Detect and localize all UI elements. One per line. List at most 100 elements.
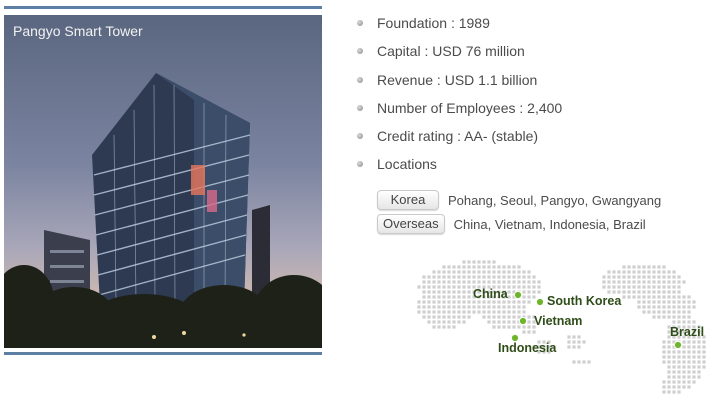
map-dot (417, 285, 421, 289)
fact-capital: Capital : USD 76 million (356, 40, 562, 68)
map-dot (627, 285, 631, 289)
map-label-china: China (473, 287, 508, 301)
map-dot (647, 300, 651, 304)
map-dot (467, 260, 471, 264)
location-tag-korea[interactable]: Korea (377, 190, 439, 210)
map-dot (497, 305, 501, 309)
map-dot (487, 260, 491, 264)
map-dot (577, 335, 581, 339)
map-dot (662, 355, 666, 359)
map-dot (687, 320, 691, 324)
map-dot (502, 325, 506, 329)
map-dot (682, 315, 686, 319)
map-dot (512, 300, 516, 304)
map-dot (527, 285, 531, 289)
map-dot (517, 285, 521, 289)
map-label-indonesia: Indonesia (498, 341, 557, 355)
map-dot (582, 360, 586, 364)
map-dot (502, 320, 506, 324)
map-dot (637, 270, 641, 274)
map-dot (422, 285, 426, 289)
map-dot (677, 355, 681, 359)
map-dot (417, 310, 421, 314)
map-dot (667, 295, 671, 299)
map-dot (657, 290, 661, 294)
map-dot (672, 280, 676, 284)
map-dot (662, 315, 666, 319)
map-dot (472, 265, 476, 269)
map-dot (502, 270, 506, 274)
map-dot (432, 285, 436, 289)
map-dot (622, 290, 626, 294)
map-dot (527, 330, 531, 334)
map-dot (672, 270, 676, 274)
map-dot (442, 325, 446, 329)
map-dot (667, 370, 671, 374)
map-dot (467, 265, 471, 269)
building-illustration (4, 73, 322, 348)
map-dot (457, 300, 461, 304)
map-dot (442, 270, 446, 274)
location-tag-overseas[interactable]: Overseas (377, 214, 445, 234)
map-dot (652, 310, 656, 314)
map-dot (432, 295, 436, 299)
map-dot (427, 280, 431, 284)
map-dot (657, 300, 661, 304)
map-dot (642, 265, 646, 269)
map-dot (502, 305, 506, 309)
map-dot (447, 315, 451, 319)
map-dot (422, 300, 426, 304)
map-dot (517, 300, 521, 304)
map-dot (667, 310, 671, 314)
map-dot (452, 300, 456, 304)
map-dot (512, 275, 516, 279)
map-dot (427, 315, 431, 319)
map-dot (647, 280, 651, 284)
map-dot (447, 265, 451, 269)
map-dot (682, 380, 686, 384)
map-dot (672, 315, 676, 319)
map-dot (517, 310, 521, 314)
map-dot (442, 295, 446, 299)
map-dot (462, 285, 466, 289)
map-dot (437, 320, 441, 324)
map-dot (497, 315, 501, 319)
map-dot (662, 295, 666, 299)
photo-frame: Pangyo Smart Tower (4, 6, 322, 356)
map-dot (607, 285, 611, 289)
map-dot (677, 285, 681, 289)
map-dot (512, 325, 516, 329)
map-dot (687, 315, 691, 319)
map-dot (672, 310, 676, 314)
map-dot (512, 320, 516, 324)
map-dot (682, 355, 686, 359)
map-dot (452, 290, 456, 294)
map-dot (577, 360, 581, 364)
map-dot (442, 275, 446, 279)
map-dot (467, 285, 471, 289)
map-dot (462, 315, 466, 319)
map-dot (637, 280, 641, 284)
map-dot (477, 305, 481, 309)
map-dot (642, 275, 646, 279)
map-dot (677, 380, 681, 384)
map-dot (442, 285, 446, 289)
map-dot (622, 280, 626, 284)
map-dot (652, 275, 656, 279)
map-dot (462, 265, 466, 269)
map-dot (472, 305, 476, 309)
fact-locations: Locations (356, 153, 562, 181)
map-dot (677, 350, 681, 354)
map-dot (527, 300, 531, 304)
map-dot (667, 280, 671, 284)
map-dot (692, 320, 696, 324)
map-dot (692, 345, 696, 349)
map-dot (682, 300, 686, 304)
map-dot (647, 290, 651, 294)
map-dot (657, 315, 661, 319)
map-dot (602, 285, 606, 289)
map-dot (672, 305, 676, 309)
map-dot (642, 280, 646, 284)
map-dot (447, 270, 451, 274)
map-dot (442, 310, 446, 314)
